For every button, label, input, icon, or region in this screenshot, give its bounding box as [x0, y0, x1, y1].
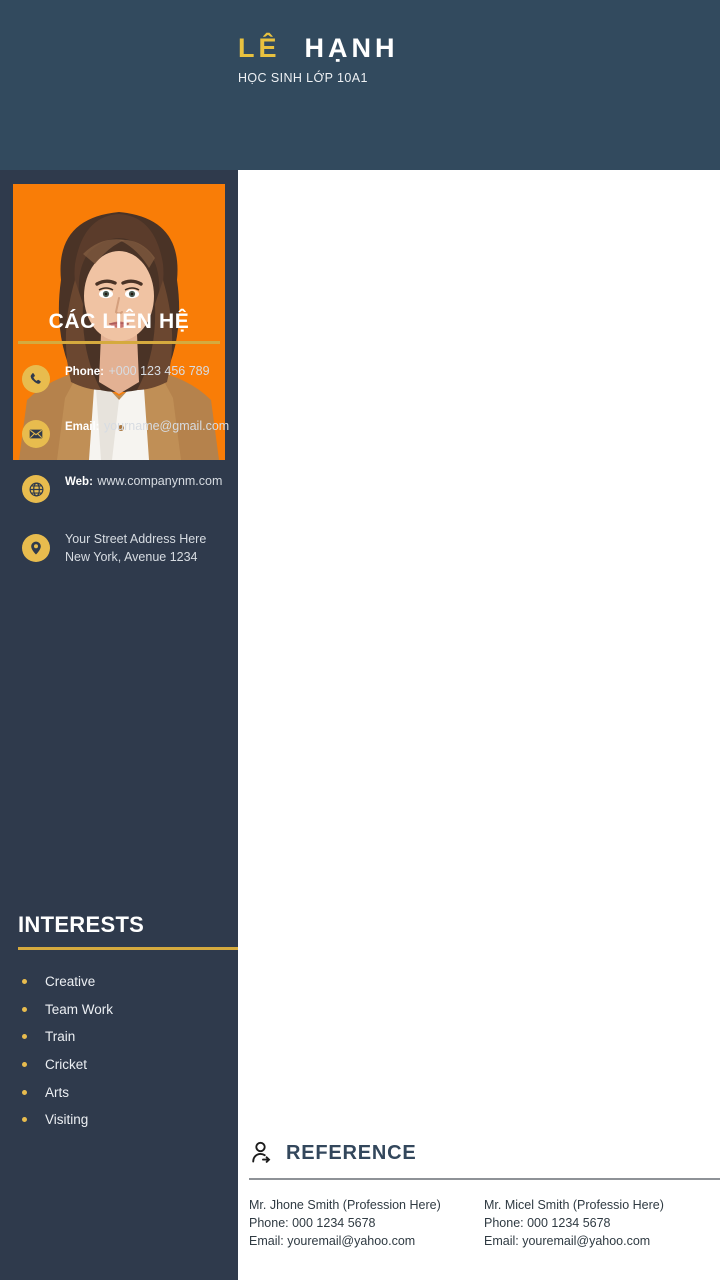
- bullet-dot-icon: [22, 1034, 27, 1040]
- reference-header: REFERENCE: [238, 1134, 720, 1166]
- contact-value-email: yourname@gmail.com: [103, 419, 230, 433]
- contact-row-email[interactable]: Email: yourname@gmail.com: [0, 417, 238, 453]
- name-last: HẠNH: [304, 33, 399, 63]
- bullet-dot-icon: [22, 1089, 27, 1095]
- list-item: Arts: [0, 1078, 238, 1106]
- list-item: Cricket: [0, 1051, 238, 1079]
- person-share-icon: [249, 1140, 275, 1166]
- reference-phone: Phone: 000 1234 5678: [249, 1216, 376, 1230]
- list-item: Visiting: [0, 1106, 238, 1134]
- resume-page: LÊ HẠNH HỌC SINH LỚP 10A1 CÁC LIÊN HỆ Ph…: [0, 0, 720, 1280]
- bullet-dot-icon: [22, 1062, 27, 1068]
- reference-title: REFERENCE: [286, 1141, 417, 1164]
- interests-heading-rule: [18, 947, 238, 950]
- contact-row-phone[interactable]: Phone: +000 123 456 789: [0, 362, 238, 398]
- contact-label-email: Email:: [65, 421, 100, 433]
- reference-name: Mr. Micel Smith (Professio Here): [484, 1198, 664, 1212]
- reference-divider: [249, 1178, 720, 1180]
- contacts-heading: CÁC LIÊN HỆ: [0, 310, 238, 344]
- contact-value-web: www.companynm.com: [97, 474, 223, 488]
- name-block: LÊ HẠNH HỌC SINH LỚP 10A1: [238, 34, 708, 86]
- envelope-icon: [22, 420, 50, 448]
- interests-list: Creative Team Work Train Cricket Arts Vi…: [0, 968, 238, 1134]
- contact-text-web: Web: www.companynm.com: [65, 472, 222, 491]
- contact-value-phone: +000 123 456 789: [108, 364, 210, 378]
- contact-row-address[interactable]: Your Street Address Here New York, Avenu…: [0, 530, 238, 566]
- interest-label: Visiting: [45, 1112, 89, 1128]
- reference-email: Email: youremail@yahoo.com: [249, 1234, 416, 1248]
- contact-label-phone: Phone:: [65, 366, 104, 378]
- reference-entry: Mr. Micel Smith (Professio Here) Phone: …: [484, 1196, 719, 1250]
- interests-heading-text: INTERESTS: [18, 912, 145, 937]
- name-first: LÊ: [238, 33, 281, 63]
- reference-entry: Mr. Jhone Smith (Profession Here) Phone:…: [249, 1196, 484, 1250]
- list-item: Team Work: [0, 996, 238, 1024]
- contact-label-web: Web:: [65, 476, 93, 488]
- list-item: Creative: [0, 968, 238, 996]
- job-subtitle: HỌC SINH LỚP 10A1: [238, 71, 368, 86]
- contact-text-email: Email: yourname@gmail.com: [65, 417, 229, 436]
- location-pin-icon: [22, 534, 50, 563]
- contact-text-address: Your Street Address Here New York, Avenu…: [65, 530, 238, 566]
- reference-email: Email: youremail@yahoo.com: [484, 1234, 651, 1248]
- list-item: Train: [0, 1023, 238, 1051]
- interest-label: Creative: [45, 974, 96, 990]
- bullet-dot-icon: [22, 1006, 27, 1012]
- interest-label: Cricket: [45, 1057, 88, 1073]
- address-line-2: New York, Avenue 1234: [65, 550, 198, 565]
- phone-icon: [22, 365, 50, 393]
- contacts-heading-rule: [18, 341, 220, 344]
- reference-section: REFERENCE Mr. Jhone Smith (Profession He…: [238, 1134, 720, 1280]
- reference-phone: Phone: 000 1234 5678: [484, 1216, 611, 1230]
- header-band: LÊ HẠNH HỌC SINH LỚP 10A1: [0, 0, 720, 170]
- reference-name: Mr. Jhone Smith (Profession Here): [249, 1198, 441, 1212]
- address-line-1: Your Street Address Here: [65, 532, 207, 546]
- interest-label: Train: [45, 1029, 76, 1045]
- sidebar: CÁC LIÊN HỆ Phone: +000 123 456 789 Emai…: [0, 170, 238, 1280]
- interest-label: Team Work: [45, 1001, 114, 1017]
- globe-icon: [22, 475, 50, 503]
- bullet-dot-icon: [22, 979, 27, 985]
- bullet-dot-icon: [22, 1117, 27, 1123]
- interests-heading: INTERESTS: [0, 912, 238, 950]
- contact-text-phone: Phone: +000 123 456 789: [65, 362, 210, 381]
- contact-row-web[interactable]: Web: www.companynm.com: [0, 472, 238, 508]
- reference-columns: Mr. Jhone Smith (Profession Here) Phone:…: [249, 1196, 720, 1250]
- contact-list: Phone: +000 123 456 789 Email: yourname@…: [0, 362, 238, 585]
- contacts-heading-text: CÁC LIÊN HỆ: [48, 310, 190, 333]
- main-content-area: [238, 170, 720, 1134]
- full-name: LÊ HẠNH: [238, 34, 708, 62]
- interest-label: Arts: [45, 1084, 70, 1100]
